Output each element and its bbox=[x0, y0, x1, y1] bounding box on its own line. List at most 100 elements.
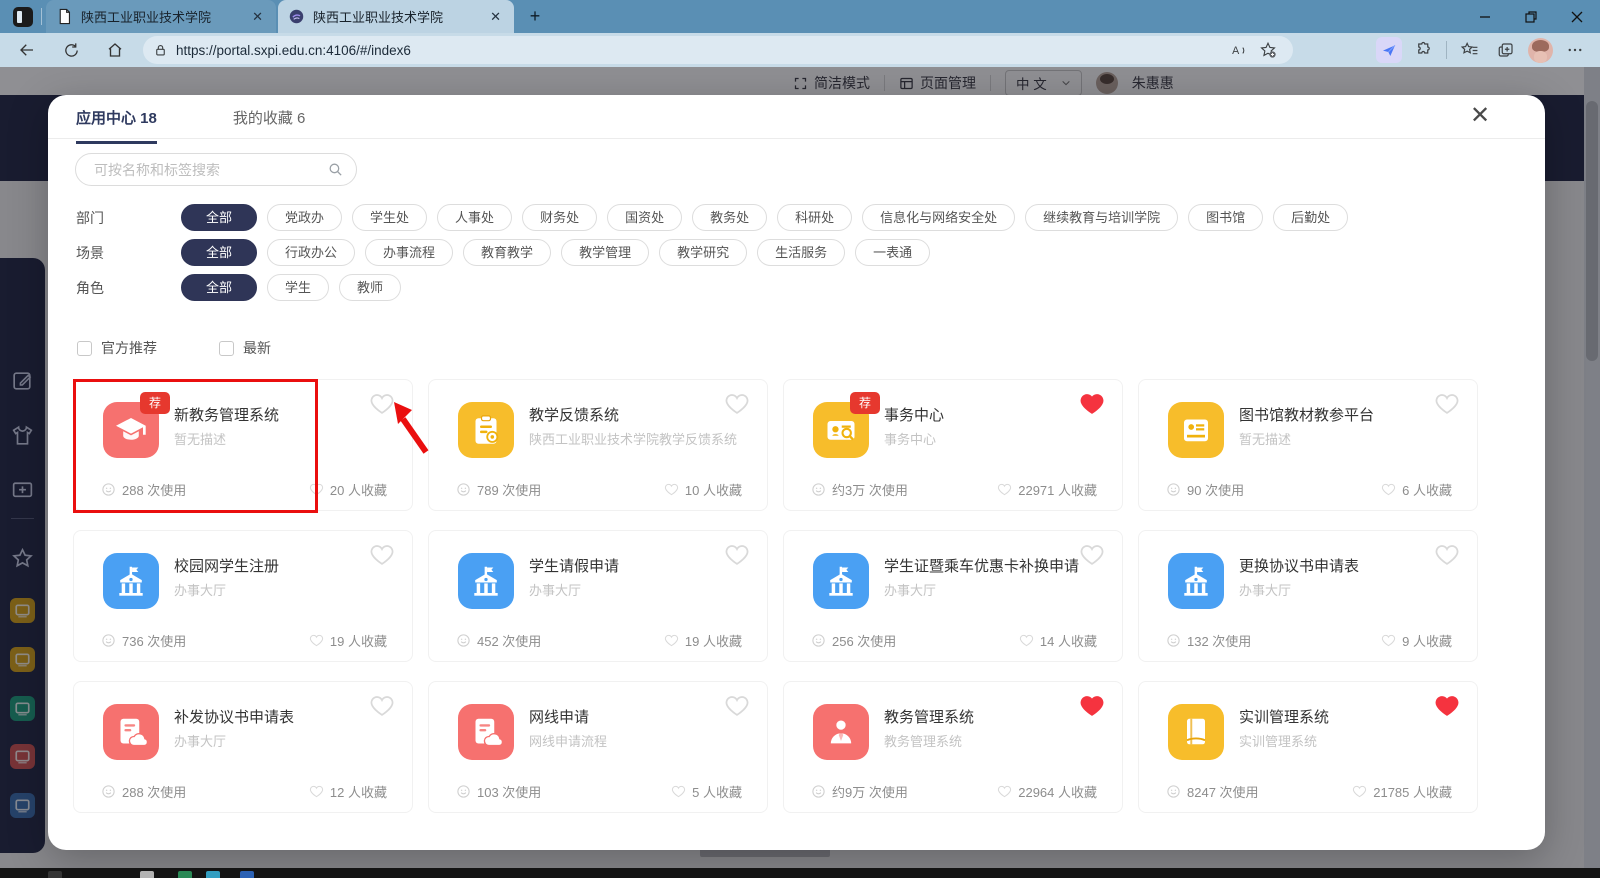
filter-pill[interactable]: 办事流程 bbox=[365, 239, 453, 266]
browser-menu-ellipsis-icon[interactable] bbox=[1560, 36, 1590, 64]
favorites-bar-icon[interactable] bbox=[1454, 36, 1484, 64]
filter-pill[interactable]: 学生 bbox=[267, 274, 329, 301]
tabstrip-divider bbox=[41, 8, 42, 25]
filter-pill[interactable]: 教务处 bbox=[692, 204, 767, 231]
taskbar-app-icon[interactable] bbox=[240, 871, 254, 878]
favorite-heart-icon[interactable] bbox=[369, 542, 395, 568]
app-description: 网线申请流程 bbox=[529, 731, 743, 752]
app-card[interactable]: 荐事务中心事务中心约3万 次使用22971 人收藏 bbox=[783, 379, 1123, 511]
app-name: 学生证暨乘车优惠卡补换申请 bbox=[884, 555, 1079, 576]
app-name: 补发协议书申请表 bbox=[174, 706, 294, 727]
favorite-heart-icon[interactable] bbox=[724, 391, 750, 417]
filter-pill[interactable]: 全部 bbox=[181, 239, 257, 266]
annotation-highlight-box bbox=[73, 379, 318, 513]
add-favorite-star-icon[interactable] bbox=[1253, 36, 1283, 64]
filter-pill[interactable]: 国资处 bbox=[607, 204, 682, 231]
app-card[interactable]: 更换协议书申请表办事大厅132 次使用9 人收藏 bbox=[1138, 530, 1478, 662]
app-description: 办事大厅 bbox=[174, 731, 388, 752]
taskbar-app-icon[interactable] bbox=[178, 871, 192, 878]
filter-pill[interactable]: 后勤处 bbox=[1273, 204, 1348, 231]
modal-close-button[interactable]: ✕ bbox=[1465, 101, 1495, 131]
card-footer: 103 次使用5 人收藏 bbox=[456, 782, 742, 801]
app-card[interactable]: 补发协议书申请表办事大厅288 次使用12 人收藏 bbox=[73, 681, 413, 813]
tab-title: 陕西工业职业技术学院 bbox=[313, 7, 479, 26]
tab-close-icon[interactable]: ✕ bbox=[249, 9, 266, 25]
app-card[interactable]: 教务管理系统教务管理系统约9万 次使用22964 人收藏 bbox=[783, 681, 1123, 813]
filter-pill[interactable]: 行政办公 bbox=[267, 239, 355, 266]
app-name: 校园网学生注册 bbox=[174, 555, 279, 576]
app-card[interactable]: 网线申请网线申请流程 103 次使用5 人收藏 bbox=[428, 681, 768, 813]
favorite-heart-filled-icon[interactable] bbox=[1079, 693, 1105, 719]
back-button[interactable] bbox=[12, 36, 42, 64]
filter-pill[interactable]: 一表通 bbox=[855, 239, 930, 266]
favorite-heart-icon[interactable] bbox=[1079, 542, 1105, 568]
filter-pill[interactable]: 人事处 bbox=[437, 204, 512, 231]
card-footer: 8247 次使用21785 人收藏 bbox=[1166, 782, 1452, 801]
windows-taskbar[interactable] bbox=[0, 868, 1600, 878]
app-search-box[interactable] bbox=[75, 153, 357, 186]
usage-count: 288 次使用 bbox=[101, 782, 186, 801]
home-button[interactable] bbox=[100, 36, 130, 64]
filter-pill[interactable]: 生活服务 bbox=[757, 239, 845, 266]
app-card[interactable]: 实训管理系统实训管理系统8247 次使用21785 人收藏 bbox=[1138, 681, 1478, 813]
browser-tab-2-active[interactable]: 陕西工业职业技术学院 ✕ bbox=[278, 0, 514, 33]
filter-pill[interactable]: 信息化与网络安全处 bbox=[862, 204, 1015, 231]
collections-icon[interactable] bbox=[1491, 36, 1521, 64]
favorite-heart-icon[interactable] bbox=[369, 693, 395, 719]
taskbar-app-icon[interactable] bbox=[140, 871, 154, 878]
extensions-puzzle-icon[interactable] bbox=[1409, 36, 1439, 64]
card-footer: 789 次使用10 人收藏 bbox=[456, 480, 742, 499]
favorite-count: 9 人收藏 bbox=[1381, 631, 1452, 650]
filter-pill[interactable]: 教学研究 bbox=[659, 239, 747, 266]
card-footer: 132 次使用9 人收藏 bbox=[1166, 631, 1452, 650]
app-card[interactable]: 图书馆教材教参平台暂无描述90 次使用6 人收藏 bbox=[1138, 379, 1478, 511]
filter-pill[interactable]: 学生处 bbox=[352, 204, 427, 231]
checkbox-box[interactable] bbox=[77, 341, 92, 356]
filter-pill[interactable]: 图书馆 bbox=[1188, 204, 1263, 231]
checkbox-官方推荐[interactable]: 官方推荐 bbox=[77, 338, 157, 358]
checkbox-最新[interactable]: 最新 bbox=[219, 338, 271, 358]
tab-close-icon[interactable]: ✕ bbox=[487, 9, 504, 25]
filter-pill[interactable]: 党政办 bbox=[267, 204, 342, 231]
window-restore-button[interactable] bbox=[1508, 0, 1554, 33]
favorite-count: 5 人收藏 bbox=[671, 782, 742, 801]
filter-pill[interactable]: 全部 bbox=[181, 274, 257, 301]
filter-pill[interactable]: 教育教学 bbox=[463, 239, 551, 266]
filter-pill[interactable]: 财务处 bbox=[522, 204, 597, 231]
app-description: 陕西工业职业技术学院教学反馈系统 bbox=[529, 429, 743, 450]
filter-pill[interactable]: 继续教育与培训学院 bbox=[1025, 204, 1178, 231]
refresh-button[interactable] bbox=[56, 36, 86, 64]
app-card[interactable]: 学生请假申请办事大厅452 次使用19 人收藏 bbox=[428, 530, 768, 662]
browser-toolbar: https://portal.sxpi.edu.cn:4106/#/index6… bbox=[0, 33, 1600, 67]
app-description: 事务中心 bbox=[884, 429, 1098, 450]
read-aloud-icon[interactable]: A bbox=[1223, 36, 1253, 64]
usage-count: 452 次使用 bbox=[456, 631, 541, 650]
browser-tab-1[interactable]: 陕西工业职业技术学院 ✕ bbox=[46, 0, 276, 33]
app-search-input[interactable] bbox=[92, 161, 327, 179]
workspaces-icon[interactable] bbox=[13, 7, 33, 27]
taskbar-app-icon[interactable] bbox=[48, 871, 62, 878]
window-minimize-button[interactable] bbox=[1462, 0, 1508, 33]
favorite-heart-filled-icon[interactable] bbox=[1434, 693, 1460, 719]
favorite-heart-icon[interactable] bbox=[724, 542, 750, 568]
checkbox-box[interactable] bbox=[219, 341, 234, 356]
favorite-heart-filled-icon[interactable] bbox=[1079, 391, 1105, 417]
filter-pill[interactable]: 全部 bbox=[181, 204, 257, 231]
app-name: 网线申请 bbox=[529, 706, 589, 727]
favorite-heart-icon[interactable] bbox=[724, 693, 750, 719]
browser-profile-avatar[interactable] bbox=[1528, 38, 1553, 63]
bird-extension-icon[interactable] bbox=[1376, 37, 1402, 63]
taskbar-app-icon[interactable] bbox=[206, 871, 220, 878]
filter-pill[interactable]: 教师 bbox=[339, 274, 401, 301]
favorite-heart-icon[interactable] bbox=[1434, 391, 1460, 417]
favorite-heart-icon[interactable] bbox=[1434, 542, 1460, 568]
filter-pill[interactable]: 科研处 bbox=[777, 204, 852, 231]
app-card[interactable]: 学生证暨乘车优惠卡补换申请办事大厅256 次使用14 人收藏 bbox=[783, 530, 1123, 662]
app-description: 办事大厅 bbox=[1239, 580, 1453, 601]
address-bar[interactable]: https://portal.sxpi.edu.cn:4106/#/index6… bbox=[143, 36, 1293, 64]
new-tab-button[interactable]: + bbox=[524, 6, 546, 28]
window-close-button[interactable] bbox=[1554, 0, 1600, 33]
filter-pill[interactable]: 教学管理 bbox=[561, 239, 649, 266]
app-card[interactable]: 教学反馈系统陕西工业职业技术学院教学反馈系统789 次使用10 人收藏 bbox=[428, 379, 768, 511]
app-card[interactable]: 校园网学生注册办事大厅736 次使用19 人收藏 bbox=[73, 530, 413, 662]
